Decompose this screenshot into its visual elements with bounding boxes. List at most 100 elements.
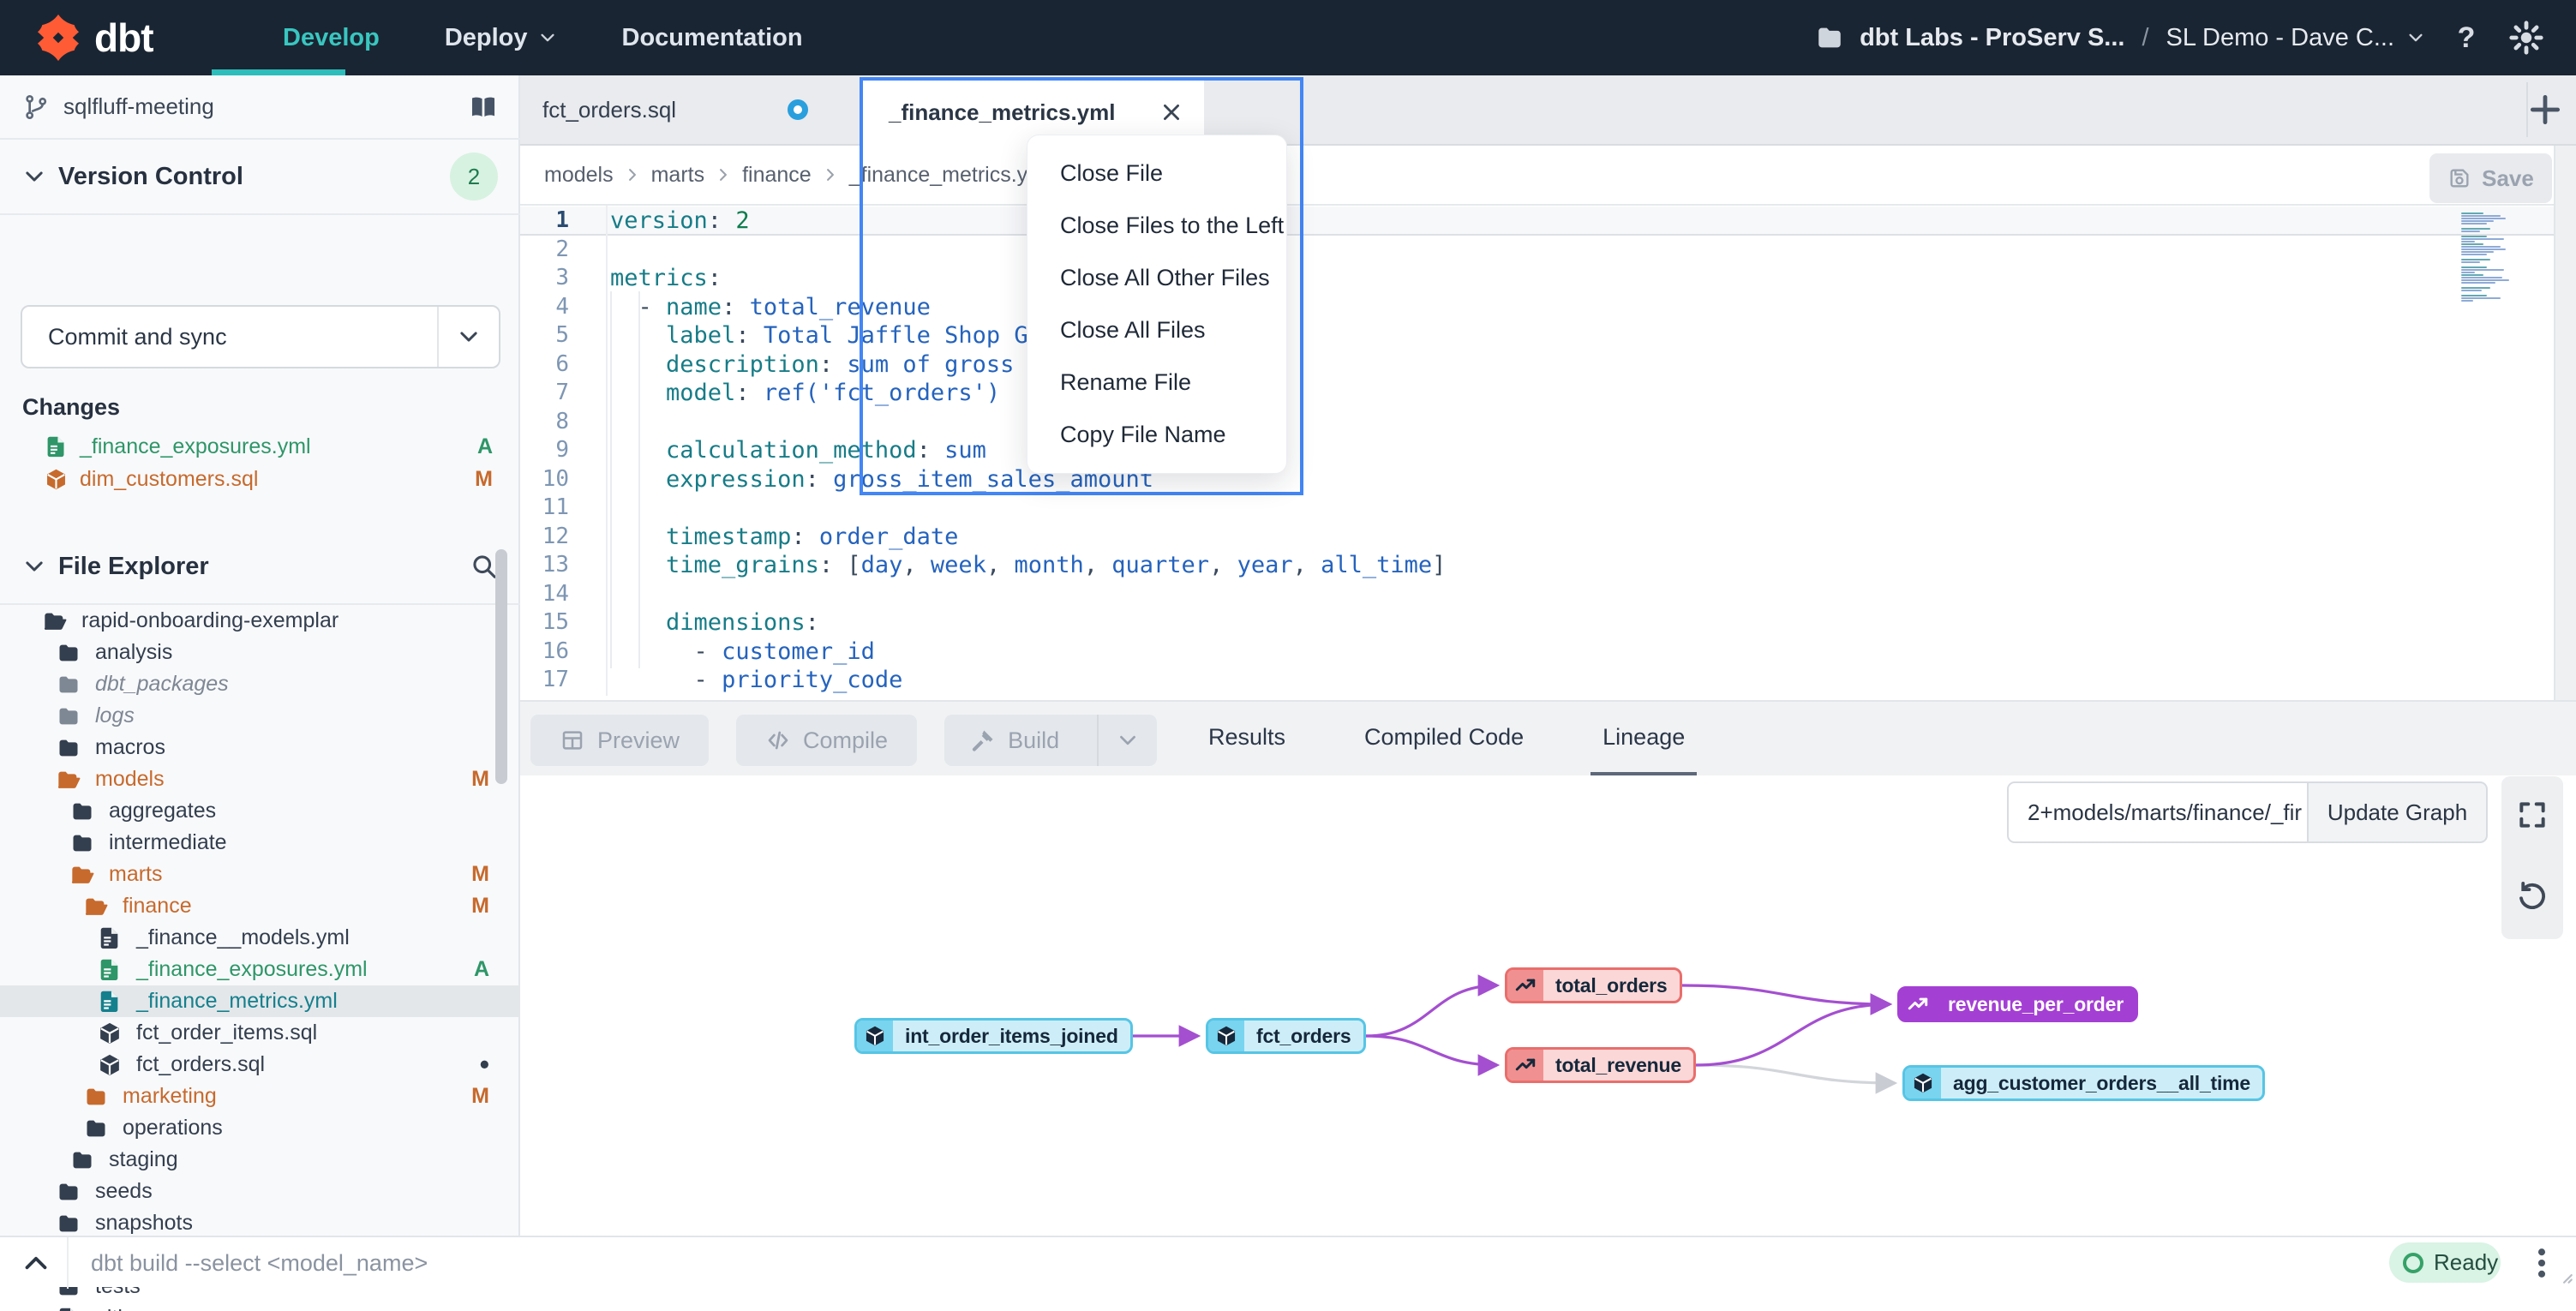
preview-grid-icon [560,727,585,753]
breadcrumb-item[interactable]: marts [651,163,705,188]
lineage-node-fct_orders[interactable]: fct_orders [1206,1018,1366,1054]
tree-item[interactable]: staging [0,1144,520,1176]
save-button[interactable]: Save [2429,153,2552,203]
resize-handle-icon[interactable] [2552,1263,2574,1285]
close-icon[interactable] [1159,100,1183,124]
tree-item[interactable]: dbt_packages [0,668,520,700]
change-row[interactable]: _finance_exposures.yml A [0,430,520,463]
tree-item[interactable]: seeds [0,1176,520,1207]
code-line[interactable]: 5 label: Total Jaffle Shop Gross Re [520,321,2554,350]
code-line[interactable]: 1version: 2 [520,207,2554,236]
tree-item[interactable]: operations [0,1112,520,1144]
tree-item[interactable]: _finance_metrics.yml [0,985,520,1017]
compile-button[interactable]: Compile [736,715,917,766]
nav-develop[interactable]: Develop [283,0,380,75]
context-menu-item[interactable]: Close All Files [1027,304,1286,356]
tree-item[interactable]: intermediate [0,827,520,859]
tree-item[interactable]: analysis [0,637,520,668]
editor-scrollbar-gutter[interactable] [2554,146,2576,700]
nav-deploy[interactable]: Deploy [445,0,557,75]
tree-item[interactable]: martsM [0,859,520,890]
folder-icon [84,1085,108,1109]
panel-tab-results[interactable]: Results [1196,702,1297,777]
lineage-node-total_orders[interactable]: total_orders [1505,967,1682,1003]
panel-tab-compiled-code[interactable]: Compiled Code [1352,702,1536,777]
change-row[interactable]: dim_customers.sql M [0,463,520,495]
tree-item[interactable]: marketingM [0,1081,520,1112]
commit-and-sync-button[interactable]: Commit and sync [21,305,500,368]
tree-item[interactable]: fct_orders.sql• [0,1049,520,1081]
version-control-header[interactable]: Version Control 2 [0,140,520,215]
code-line[interactable]: 14 [520,580,2554,609]
line-number: 16 [520,638,569,667]
preview-button[interactable]: Preview [530,715,709,766]
chevron-down-icon [538,28,557,47]
code-line[interactable]: 6 description: sum of gross revenue [520,350,2554,380]
tree-item[interactable]: gitignore [0,1302,520,1311]
lineage-selector-input[interactable]: 2+models/marts/finance/_fir [2007,781,2309,843]
tree-item[interactable]: fct_order_items.sql [0,1017,520,1049]
tree-item[interactable]: logs [0,700,520,732]
breadcrumb-item[interactable]: _finance_metrics.yml [849,163,1051,188]
code-line[interactable]: 2 [520,236,2554,265]
sidebar-scrollbar[interactable] [495,549,507,784]
panel-tab-lineage[interactable]: Lineage [1591,702,1697,777]
minimap[interactable] [2461,213,2538,302]
breadcrumb-item[interactable]: finance [742,163,812,188]
code-line[interactable]: 12 timestamp: order_date [520,523,2554,552]
command-input[interactable]: dbt build --select <model_name> [91,1237,428,1289]
code-line[interactable]: 3metrics: [520,264,2554,293]
tab-fct-orders[interactable]: fct_orders.sql [520,75,830,144]
code-line[interactable]: 4 - name: total_revenue [520,293,2554,322]
expand-panel-icon[interactable] [21,1248,51,1278]
tree-item[interactable]: snapshots [0,1207,520,1239]
code-line[interactable]: 10 expression: gross_item_sales_amount [520,465,2554,494]
nav-documentation[interactable]: Documentation [622,0,803,75]
code-line[interactable]: 15 dimensions: [520,608,2554,638]
tree-item[interactable]: _finance__models.yml [0,922,520,954]
new-tab-button[interactable] [2526,91,2564,129]
build-button[interactable]: Build [944,715,1157,766]
build-options-dropdown[interactable] [1097,715,1157,766]
dbt-logo[interactable]: dbt [0,14,283,62]
lineage-node-total_revenue[interactable]: total_revenue [1505,1047,1696,1083]
lineage-node-int_order_items_joined[interactable]: int_order_items_joined [854,1018,1133,1054]
code-editor[interactable]: 1version: 223metrics:4 - name: total_rev… [520,206,2554,700]
context-menu-item[interactable]: Copy File Name [1027,409,1286,461]
file-explorer-header[interactable]: File Explorer [0,530,520,605]
gear-icon[interactable] [2507,19,2545,57]
search-icon[interactable] [470,553,498,580]
git-status-badge: M [471,862,489,887]
update-graph-button[interactable]: Update Graph [2309,781,2488,843]
code-line[interactable]: 11 [520,494,2554,523]
account-project-switcher[interactable]: dbt Labs - ProServ S... / SL Demo - Dave… [1815,23,2425,52]
context-menu-item[interactable]: Close File [1027,147,1286,200]
breadcrumb-item[interactable]: models [544,163,614,188]
context-menu-item[interactable]: Close All Other Files [1027,252,1286,304]
tree-item[interactable]: macros [0,732,520,763]
lineage-node-agg_customer_orders__all_time[interactable]: agg_customer_orders__all_time [1902,1065,2265,1101]
code-line[interactable]: 16 - customer_id [520,638,2554,667]
code-line[interactable]: 17 - priority_code [520,666,2554,695]
code-line[interactable]: 8 [520,408,2554,437]
docs-book-icon[interactable] [469,93,498,122]
lineage-node-revenue_per_order[interactable]: revenue_per_order [1897,986,2138,1022]
commit-options-dropdown[interactable] [437,307,499,367]
context-menu-item[interactable]: Close Files to the Left [1027,200,1286,252]
cube-icon [45,468,68,491]
code-line[interactable]: 7 model: ref('fct_orders') [520,379,2554,408]
fullscreen-icon[interactable] [2516,799,2549,831]
tree-item[interactable]: _finance_exposures.ymlA [0,954,520,985]
tree-item[interactable]: financeM [0,890,520,922]
git-status-badge: M [471,894,489,919]
tree-item[interactable]: modelsM [0,763,520,795]
ready-label: Ready [2434,1249,2498,1276]
code-line[interactable]: 9 calculation_method: sum [520,436,2554,465]
tree-item[interactable]: aggregates [0,795,520,827]
code-line[interactable]: 13 time_grains: [day, week, month, quart… [520,551,2554,580]
help-button[interactable]: ? [2447,19,2485,57]
branch-name[interactable]: sqlfluff-meeting [63,93,214,120]
tree-item[interactable]: rapid-onboarding-exemplar [0,605,520,637]
reset-view-icon[interactable] [2516,881,2549,913]
context-menu-item[interactable]: Rename File [1027,356,1286,409]
